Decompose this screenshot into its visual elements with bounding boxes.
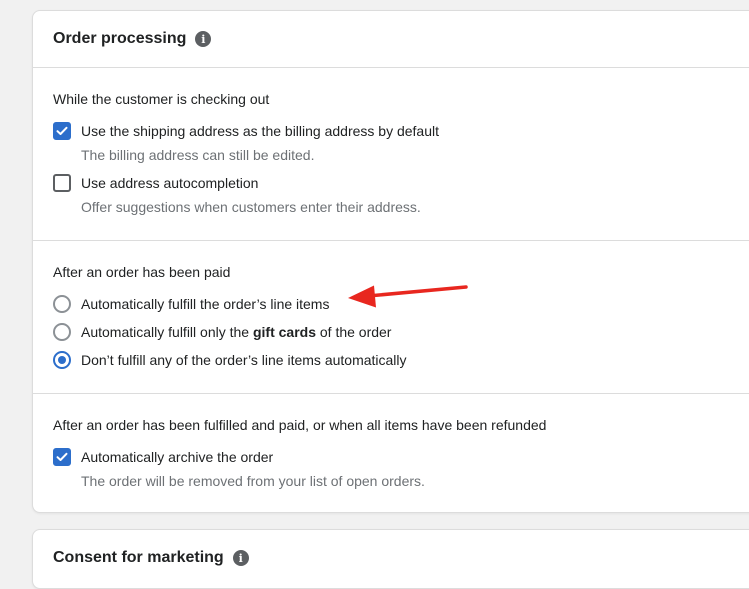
billing-address-help: The billing address can still be edited. (81, 147, 315, 163)
archive-option[interactable]: Automatically archive the order (53, 448, 749, 466)
billing-address-checkbox[interactable] (53, 122, 71, 140)
fulfill-gift-cards-radio[interactable] (53, 323, 71, 341)
info-icon[interactable]: i (232, 550, 249, 566)
fulfill-all-option[interactable]: Automatically fulfill the order’s line i… (53, 295, 749, 313)
autocompletion-checkbox[interactable] (53, 174, 71, 192)
autocompletion-help: Offer suggestions when customers enter t… (81, 199, 421, 215)
info-icon[interactable]: i (195, 31, 212, 47)
fulfilled-section: After an order has been fulfilled and pa… (33, 394, 749, 490)
billing-address-option[interactable]: Use the shipping address as the billing … (53, 122, 749, 140)
paid-section: After an order has been paid Automatical… (33, 241, 749, 394)
consent-for-marketing-card: Consent for marketing i (32, 529, 749, 589)
billing-address-label: Use the shipping address as the billing … (81, 123, 439, 139)
fulfill-all-radio[interactable] (53, 295, 71, 313)
section-heading: While the customer is checking out (53, 91, 270, 107)
card-header: Order processing i (33, 11, 749, 68)
radio-dot (58, 356, 66, 364)
card-title: Consent for marketing (53, 549, 224, 566)
label-part: of the order (315, 324, 392, 340)
section-heading: After an order has been paid (53, 264, 231, 280)
autocompletion-option[interactable]: Use address autocompletion (53, 174, 749, 192)
no-fulfill-option[interactable]: Don’t fulfill any of the order’s line it… (53, 351, 749, 369)
archive-help: The order will be removed from your list… (81, 473, 425, 489)
fulfill-all-label: Automatically fulfill the order’s line i… (81, 296, 330, 312)
no-fulfill-radio[interactable] (53, 351, 71, 369)
fulfill-gift-cards-label: Automatically fulfill only the gift card… (81, 323, 391, 341)
fulfill-gift-cards-option[interactable]: Automatically fulfill only the gift card… (53, 323, 749, 341)
order-processing-card: Order processing i While the customer is… (32, 10, 749, 513)
checkmark-icon (56, 126, 68, 135)
section-heading: After an order has been fulfilled and pa… (53, 417, 547, 433)
autocompletion-label: Use address autocompletion (81, 175, 259, 191)
no-fulfill-label: Don’t fulfill any of the order’s line it… (81, 352, 407, 368)
archive-checkbox[interactable] (53, 448, 71, 466)
checkout-section: While the customer is checking out Use t… (33, 68, 749, 241)
checkmark-icon (56, 452, 68, 461)
label-part: Automatically fulfill only the (81, 324, 253, 340)
card-title: Order processing (53, 30, 187, 47)
label-bold-part: gift cards (252, 324, 316, 340)
archive-label: Automatically archive the order (81, 449, 274, 465)
card-header: Consent for marketing i (33, 530, 749, 586)
